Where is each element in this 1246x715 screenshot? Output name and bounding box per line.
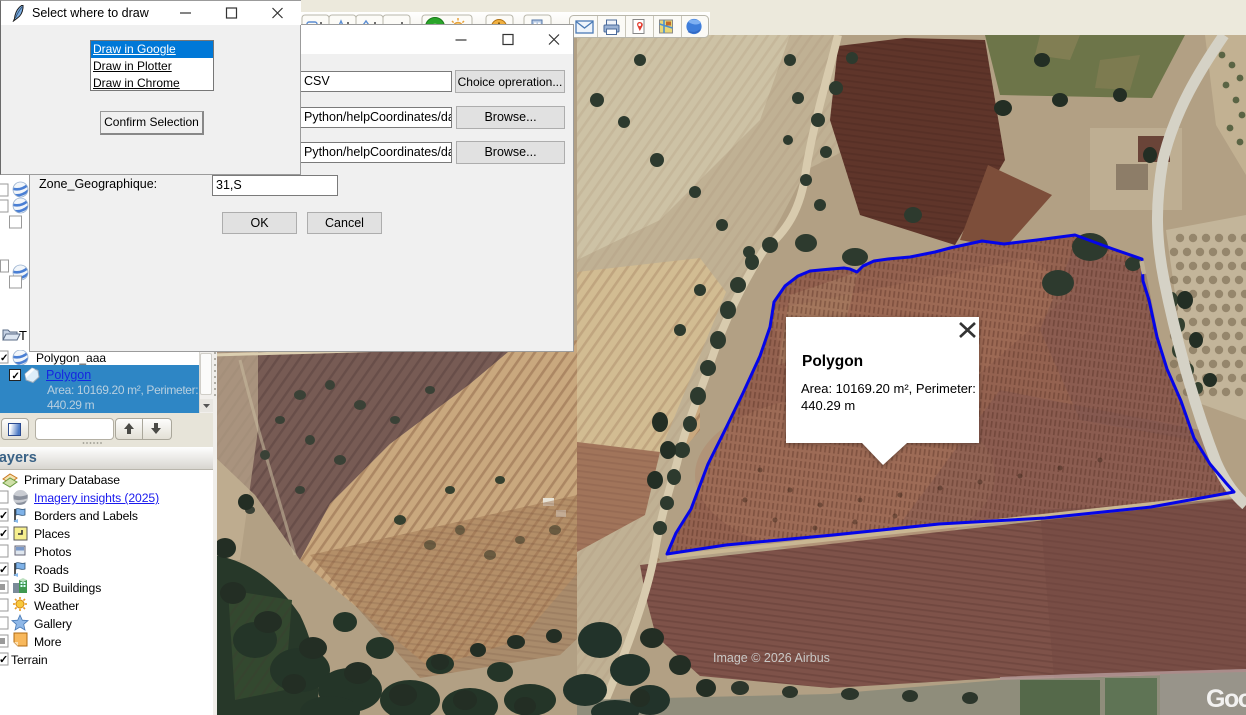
- svg-text:Polygon: Polygon: [802, 353, 863, 370]
- svg-text:T: T: [19, 328, 27, 343]
- svg-text:Goo: Goo: [1206, 685, 1246, 713]
- svg-text:Image © 2026 Airbus: Image © 2026 Airbus: [713, 651, 830, 665]
- svg-text:440.29 m: 440.29 m: [801, 398, 855, 413]
- svg-text:✓: ✓: [0, 564, 8, 576]
- svg-text:✓: ✓: [0, 510, 8, 522]
- svg-text:✓: ✓: [0, 654, 8, 666]
- svg-text:✓: ✓: [0, 353, 8, 364]
- svg-text:Area: 10169.20 m², Perimeter:: Area: 10169.20 m², Perimeter:: [801, 381, 976, 396]
- svg-text:✓: ✓: [0, 528, 8, 540]
- svg-text:✓: ✓: [12, 371, 20, 382]
